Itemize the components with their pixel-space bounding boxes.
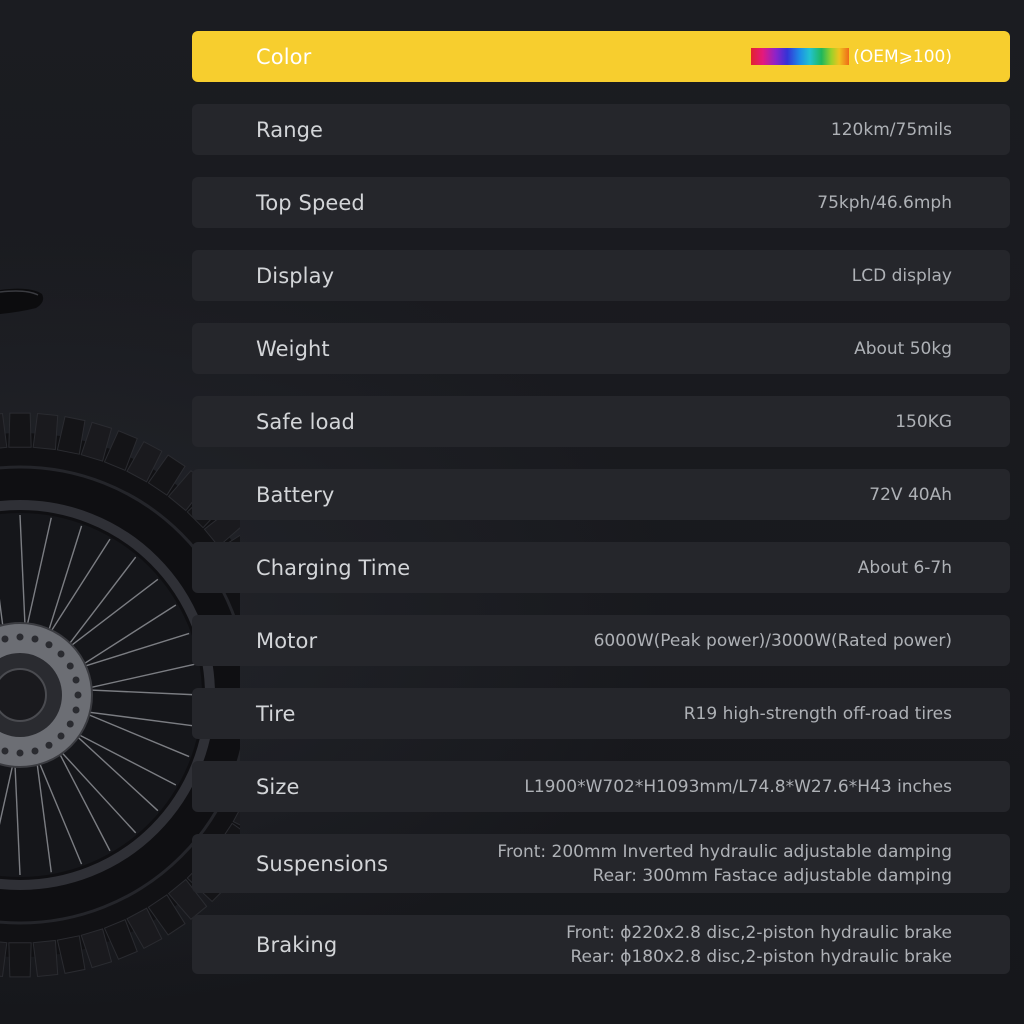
spec-label: Size <box>256 774 300 799</box>
spec-row-size: Size L1900*W702*H1093mm/L74.8*W27.6*H43 … <box>192 761 1010 812</box>
spec-value: R19 high-strength off-road tires <box>683 703 952 724</box>
spec-value: LCD display <box>851 265 952 286</box>
spec-label: Safe load <box>256 409 355 434</box>
spec-value: 6000W(Peak power)/3000W(Rated power) <box>593 630 952 651</box>
spec-row-battery: Battery 72V 40Ah <box>192 469 1010 520</box>
spec-row-top-speed: Top Speed 75kph/46.6mph <box>192 177 1010 228</box>
spec-value: About 50kg <box>854 338 952 359</box>
spec-row-safe-load: Safe load 150KG <box>192 396 1010 447</box>
spec-label: Charging Time <box>256 555 411 580</box>
spec-row-suspensions: Suspensions Front: 200mm Inverted hydrau… <box>192 834 1010 893</box>
spec-row-display: Display LCD display <box>192 250 1010 301</box>
spec-value: Front: ϕ220x2.8 disc,2-piston hydraulic … <box>566 921 952 969</box>
spec-row-range: Range 120km/75mils <box>192 104 1010 155</box>
spec-row-color: Color (OEM⩾100) <box>192 31 1010 82</box>
spec-label: Range <box>256 117 324 142</box>
spec-value: 120km/75mils <box>830 119 952 140</box>
spec-value-line-rear: Rear: ϕ180x2.8 disc,2-piston hydraulic b… <box>570 946 953 967</box>
spec-value: About 6-7h <box>857 557 952 578</box>
spec-value-line-front: Front: 200mm Inverted hydraulic adjustab… <box>497 841 952 862</box>
spec-row-weight: Weight About 50kg <box>192 323 1010 374</box>
spec-label: Top Speed <box>256 190 365 215</box>
spec-value-line-rear: Rear: 300mm Fastace adjustable damping <box>592 865 952 886</box>
spec-label: Battery <box>256 482 335 507</box>
color-swatch-icon <box>751 48 850 65</box>
spec-row-charging-time: Charging Time About 6-7h <box>192 542 1010 593</box>
spec-label: Color <box>256 44 312 69</box>
spec-value-text: (OEM⩾100) <box>853 46 952 67</box>
spec-value: Front: 200mm Inverted hydraulic adjustab… <box>497 840 952 888</box>
spec-row-motor: Motor 6000W(Peak power)/3000W(Rated powe… <box>192 615 1010 666</box>
spec-value: 72V 40Ah <box>869 484 952 505</box>
spec-row-braking: Braking Front: ϕ220x2.8 disc,2-piston hy… <box>192 915 1010 974</box>
spec-row-tire: Tire R19 high-strength off-road tires <box>192 688 1010 739</box>
spec-label: Display <box>256 263 335 288</box>
spec-label: Tire <box>256 701 296 726</box>
spec-value: 75kph/46.6mph <box>817 192 952 213</box>
spec-value: 150KG <box>895 411 952 432</box>
spec-value-line-front: Front: ϕ220x2.8 disc,2-piston hydraulic … <box>566 922 952 943</box>
spec-label: Weight <box>256 336 330 361</box>
spec-value: L1900*W702*H1093mm/L74.8*W27.6*H43 inche… <box>524 776 952 797</box>
spec-label: Motor <box>256 628 318 653</box>
spec-value: (OEM⩾100) <box>751 45 952 69</box>
spec-label: Braking <box>256 932 338 957</box>
spec-label: Suspensions <box>256 851 389 876</box>
